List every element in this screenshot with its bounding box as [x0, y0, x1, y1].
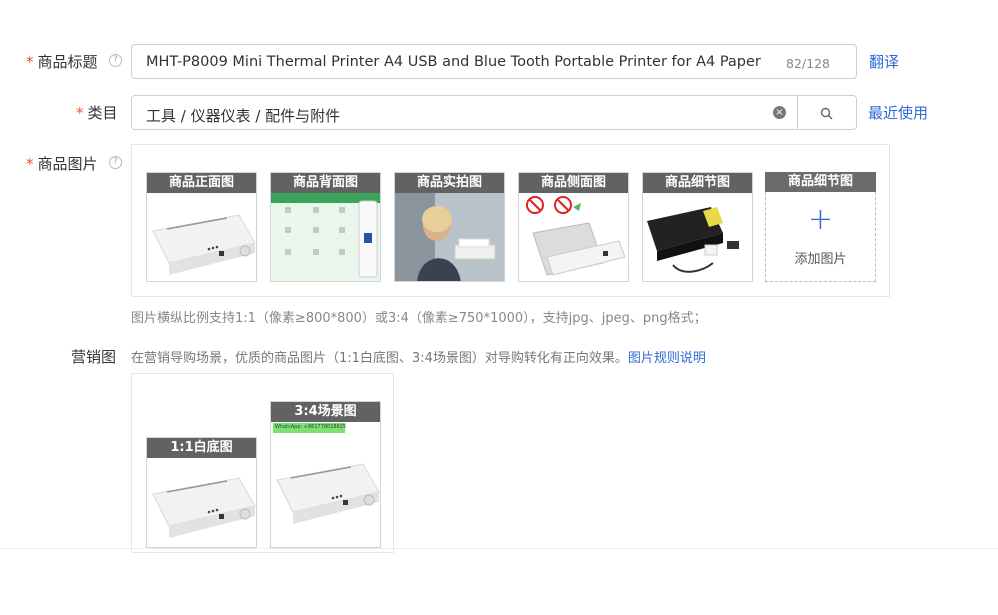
printer-front-image [147, 458, 256, 547]
thumb-label: 商品侧面图 [519, 173, 628, 193]
product-image-thumb[interactable]: 商品侧面图 [518, 172, 629, 282]
images-label-text: 商品图片 [37, 155, 98, 173]
product-image-thumb[interactable]: 商品正面图 [146, 172, 257, 282]
required-mark: * [26, 53, 34, 71]
help-icon[interactable]: ? [109, 156, 122, 169]
recent-used-link[interactable]: 最近使用 [868, 102, 928, 123]
category-search-button[interactable] [797, 96, 856, 130]
whatsapp-watermark: WhatsApp: +861778018825 [275, 424, 347, 430]
printer-side-image [519, 193, 628, 281]
product-image-gallery: 商品正面图 商品背面图 商品实拍图 商品侧面图 商品细节图 商品细节图 + 添加… [131, 144, 890, 297]
translate-link[interactable]: 翻译 [869, 51, 899, 72]
product-image-thumb[interactable]: 商品实拍图 [394, 172, 505, 282]
help-icon[interactable]: ? [109, 54, 122, 67]
section-divider [0, 548, 998, 549]
required-mark: * [76, 104, 84, 122]
thumb-label: 商品细节图 [643, 173, 752, 193]
printer-front-image [147, 193, 256, 281]
image-rules-link[interactable]: 图片规则说明 [628, 351, 706, 366]
add-image-slot[interactable]: 商品细节图 + 添加图片 [765, 172, 876, 282]
thumb-label: 商品实拍图 [395, 173, 504, 193]
title-label-text: 商品标题 [37, 53, 98, 71]
title-char-counter: 82/128 [786, 56, 830, 71]
marketing-image-portrait[interactable]: WhatsApp: +861778018825 3:4场景图 [270, 401, 381, 548]
printer-features-image [271, 193, 380, 281]
search-icon [820, 107, 833, 120]
category-value: 工具 / 仪器仪表 / 配件与附件 [146, 107, 341, 125]
thumb-label: 1:1白底图 [147, 438, 256, 458]
marketing-description: 在营销导购场景，优质的商品图片（1:1白底图、3:4场景图）对导购转化有正向效果… [131, 347, 706, 366]
thumb-label: 3:4场景图 [271, 402, 380, 422]
images-label: * 商品图片 [26, 153, 98, 174]
printer-detail-image [643, 193, 752, 281]
title-label: * 商品标题 [26, 51, 98, 72]
required-mark: * [26, 155, 34, 173]
category-select[interactable]: 工具 / 仪器仪表 / 配件与附件 × [131, 95, 857, 130]
add-image-text: 添加图片 [794, 252, 847, 267]
woman-with-printer-image [395, 193, 504, 281]
thumb-label: 商品背面图 [271, 173, 380, 193]
marketing-image-panel: 1:1白底图 WhatsApp: +861778018825 3:4场景图 [131, 373, 394, 553]
thumb-label: 商品正面图 [147, 173, 256, 193]
product-image-thumb[interactable]: 商品背面图 [270, 172, 381, 282]
title-input[interactable]: MHT-P8009 Mini Thermal Printer A4 USB an… [131, 44, 857, 79]
product-image-thumb[interactable]: 商品细节图 [642, 172, 753, 282]
marketing-image-square[interactable]: 1:1白底图 [146, 437, 257, 548]
category-label: * 类目 [76, 102, 118, 123]
marketing-label: 营销图 [71, 348, 117, 366]
plus-icon: + [807, 202, 834, 237]
marketing-description-text: 在营销导购场景，优质的商品图片（1:1白底图、3:4场景图）对导购转化有正向效果… [131, 351, 628, 366]
thumb-label: 商品细节图 [765, 172, 876, 192]
clear-icon[interactable]: × [773, 106, 786, 119]
title-value: MHT-P8009 Mini Thermal Printer A4 USB an… [146, 54, 761, 70]
printer-scene-image: WhatsApp: +861778018825 [271, 422, 380, 547]
add-image-dropzone[interactable]: + 添加图片 [765, 192, 876, 282]
category-label-text: 类目 [87, 104, 118, 122]
image-format-hint: 图片横纵比例支持1:1（像素≥800*800）或3:4（像素≥750*1000）… [131, 311, 707, 326]
